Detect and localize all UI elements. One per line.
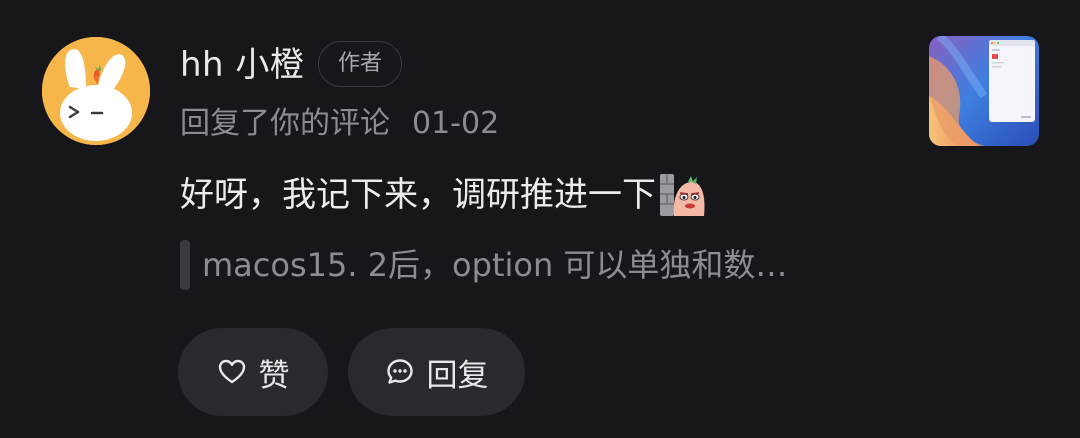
action-text: 回复了你的评论 [180, 106, 390, 141]
heart-icon [217, 357, 247, 387]
reply-label: 回复 [426, 357, 489, 394]
like-button[interactable]: 赞 [178, 328, 328, 416]
quote-bar [180, 240, 190, 290]
comment-body: 好呀，我记下来，调研推进一下 [180, 175, 656, 215]
comment-notification-card[interactable]: hh 小橙 作者 回复了你的评论 01-02 好呀，我记下来，调研推进一下 ma… [0, 0, 1080, 438]
comment-meta: 回复了你的评论 01-02 [180, 103, 499, 145]
like-label: 赞 [258, 357, 290, 394]
avatar[interactable] [42, 37, 150, 145]
reply-button[interactable]: 回复 [348, 328, 525, 416]
user-name[interactable]: hh 小橙 [180, 42, 304, 88]
comment-date: 01-02 [412, 106, 500, 141]
quoted-comment[interactable]: macos15. 2后，option 可以单独和数… [180, 240, 787, 290]
author-badge: 作者 [318, 41, 402, 87]
chat-bubble-icon [385, 357, 415, 387]
quoted-text: macos15. 2后，option 可以单独和数… [202, 246, 788, 284]
bunny-avatar-icon [42, 37, 150, 145]
peeking-carrot-sticker-icon [658, 170, 708, 220]
post-thumbnail[interactable] [929, 36, 1039, 146]
comment-text[interactable]: 好呀，我记下来，调研推进一下 [180, 170, 708, 220]
